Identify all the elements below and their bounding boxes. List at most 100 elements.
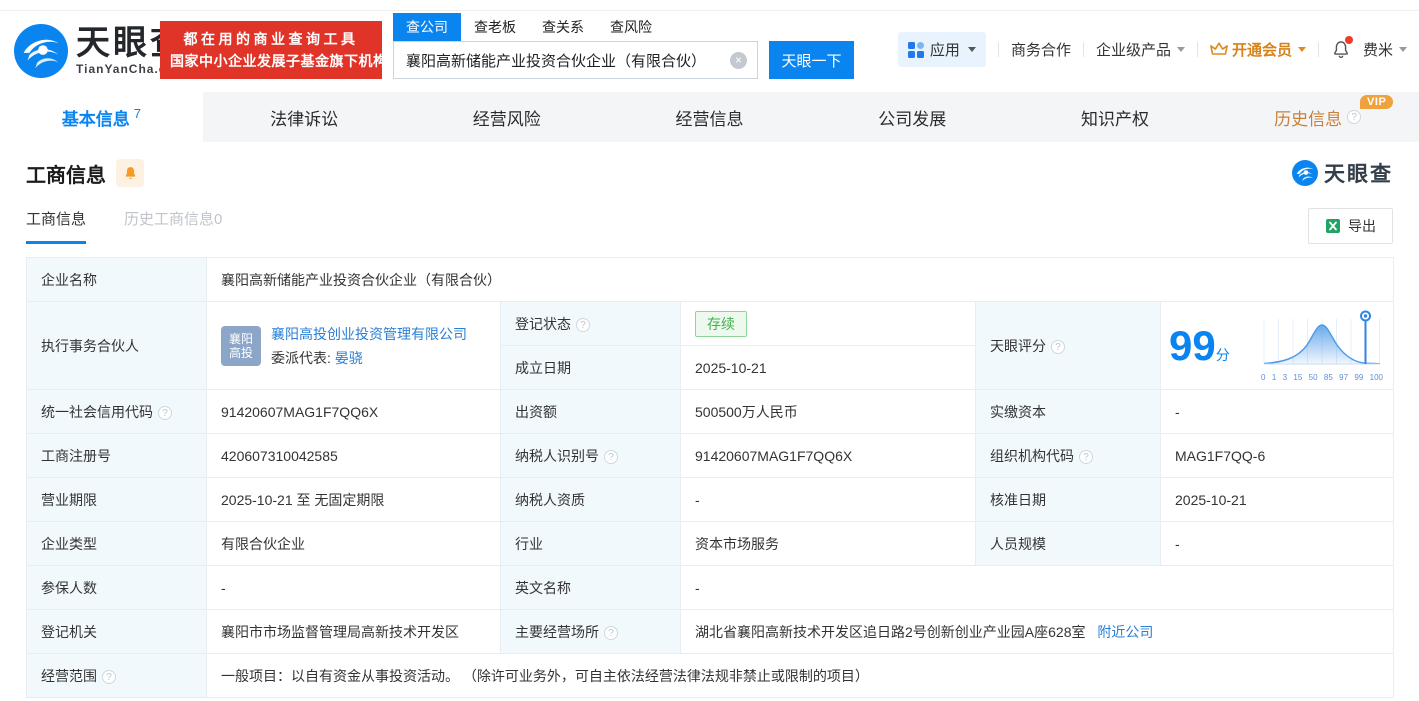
apps-label: 应用 bbox=[929, 42, 960, 59]
credit-code-value: 91420607MAG1F7QQ6X bbox=[206, 389, 501, 434]
tab-operating-info[interactable]: 经营信息 bbox=[608, 92, 811, 142]
industry-value: 资本市场服务 bbox=[680, 521, 976, 566]
registration-authority-value: 襄阳市市场监督管理局高新技术开发区 bbox=[206, 609, 501, 654]
watermark-text: 天眼查 bbox=[1324, 163, 1393, 186]
excel-icon bbox=[1326, 219, 1340, 233]
subtab-history-business-info[interactable]: 历史工商信息0 bbox=[124, 208, 222, 244]
vip-badge: VIP bbox=[1360, 95, 1394, 109]
table-row: 工商注册号 420607310042585 纳税人识别号? 91420607MA… bbox=[26, 433, 1395, 478]
partner-company-link[interactable]: 襄阳高投创业投资管理有限公司 bbox=[271, 324, 467, 344]
table-row: 经营范围? 一般项目：以自有资金从事投资活动。 （除许可业务外，可自主依法经营法… bbox=[26, 653, 1395, 698]
tianyan-score-cell: 99分 0 1 3 15 50 85 97 99 100 bbox=[1159, 301, 1395, 390]
help-icon[interactable]: ? bbox=[604, 449, 618, 464]
score-axis-ticks: 0 1 3 15 50 85 97 99 100 bbox=[1261, 373, 1384, 382]
tab-count: 7 bbox=[133, 105, 141, 121]
registration-status-value: 存续 bbox=[680, 301, 976, 346]
business-address-cell: 湖北省襄阳高新技术开发区追日路2号创新创业产业园A座628室 附近公司 bbox=[679, 609, 1395, 654]
notification-bell-icon[interactable] bbox=[1331, 36, 1353, 60]
tab-label: 经营风险 bbox=[472, 109, 541, 129]
slogan-line1: 都在用的商业查询工具 bbox=[183, 31, 359, 47]
delegate-name-link[interactable]: 晏骁 bbox=[335, 350, 363, 366]
divider bbox=[0, 10, 1419, 11]
search-tab-risk[interactable]: 查风险 bbox=[597, 13, 665, 41]
field-label: 营业期限 bbox=[26, 477, 207, 522]
field-label: 核准日期 bbox=[975, 477, 1161, 522]
field-label: 经营范围? bbox=[26, 653, 207, 698]
help-icon[interactable]: ? bbox=[102, 669, 116, 684]
help-icon[interactable]: ? bbox=[158, 405, 172, 420]
help-icon[interactable]: ? bbox=[1347, 110, 1362, 124]
tab-basic-info[interactable]: 基本信息 7 bbox=[0, 92, 203, 142]
status-badge: 存续 bbox=[695, 310, 747, 337]
score-value: 99分 bbox=[1169, 321, 1230, 369]
tab-history-info[interactable]: VIP 历史信息 ? bbox=[1216, 92, 1419, 142]
field-label: 主要经营场所? bbox=[500, 609, 681, 654]
nav-user-menu[interactable]: 费米 bbox=[1363, 39, 1407, 60]
tianyancha-watermark: 天眼查 bbox=[1292, 158, 1393, 188]
chevron-down-icon bbox=[1399, 47, 1407, 52]
field-label: 实缴资本 bbox=[975, 389, 1161, 434]
delegate-label: 委派代表: bbox=[271, 349, 331, 366]
field-label: 登记状态? bbox=[500, 301, 681, 346]
search-row: × 天眼一下 bbox=[393, 41, 854, 79]
subtab-business-info[interactable]: 工商信息 bbox=[26, 208, 87, 244]
paid-capital-value: - bbox=[1159, 389, 1395, 434]
brand-slogan: 都在用的商业查询工具 国家中小企业发展子基金旗下机构 bbox=[160, 21, 388, 79]
chevron-down-icon bbox=[1297, 47, 1306, 52]
nav-enterprise-products[interactable]: 企业级产品 bbox=[1096, 39, 1185, 60]
field-label: 出资额 bbox=[500, 389, 681, 434]
taxpayer-quality-value: - bbox=[680, 477, 976, 522]
business-scope-value: 一般项目：以自有资金从事投资活动。 （除许可业务外，可自主依法经营法律法规非禁止… bbox=[205, 653, 1395, 698]
tianyancha-logo-icon bbox=[14, 24, 68, 78]
org-code-value: MAG1F7QQ-6 bbox=[1159, 433, 1395, 478]
nav-vip-membership[interactable]: 开通会员 bbox=[1210, 39, 1306, 60]
search-tab-boss[interactable]: 查老板 bbox=[461, 13, 529, 41]
tab-intellectual-property[interactable]: 知识产权 bbox=[1014, 92, 1217, 142]
field-label: 英文名称 bbox=[500, 565, 681, 610]
header: 天眼查 TianYanCha.com 都在用的商业查询工具 国家中小企业发展子基… bbox=[0, 0, 1419, 92]
capital-value: 500500万人民币 bbox=[680, 389, 976, 434]
taxpayer-id-value: 91420607MAG1F7QQ6X bbox=[680, 433, 976, 478]
help-icon[interactable]: ? bbox=[1079, 449, 1093, 464]
field-label: 人员规模 bbox=[975, 521, 1161, 566]
crown-icon bbox=[1210, 42, 1228, 55]
help-icon[interactable]: ? bbox=[604, 625, 618, 640]
search-tab-company[interactable]: 查公司 bbox=[393, 13, 461, 41]
staff-size-value: - bbox=[1159, 521, 1395, 566]
help-icon[interactable]: ? bbox=[576, 317, 590, 332]
divider bbox=[997, 42, 999, 57]
field-label: 参保人数 bbox=[26, 565, 207, 610]
nearby-companies-link[interactable]: 附近公司 bbox=[1097, 624, 1153, 640]
apps-menu[interactable]: 应用 bbox=[897, 32, 986, 67]
tab-company-development[interactable]: 公司发展 bbox=[811, 92, 1014, 142]
tab-operating-risk[interactable]: 经营风险 bbox=[405, 92, 608, 142]
main-content: 工商信息 天眼查 工商信息 历史工商信息0 导出 企业名称 襄阳高新储能产业投资… bbox=[0, 142, 1419, 698]
business-address-value: 湖北省襄阳高新技术开发区追日路2号创新创业产业园A座628室 bbox=[695, 623, 1086, 640]
company-name-value: 襄阳高新储能产业投资合伙企业（有限合伙） bbox=[205, 257, 1395, 302]
field-label: 工商注册号 bbox=[26, 433, 207, 478]
field-label: 企业类型 bbox=[26, 521, 207, 566]
tab-label: 法律诉讼 bbox=[270, 109, 339, 129]
tab-label: 公司发展 bbox=[878, 109, 947, 129]
export-label: 导出 bbox=[1348, 218, 1376, 234]
tianyancha-watermark-icon bbox=[1292, 160, 1318, 186]
username: 费米 bbox=[1362, 42, 1393, 59]
notification-dot bbox=[1344, 36, 1353, 44]
search-input[interactable] bbox=[394, 42, 724, 78]
slogan-line2: 国家中小企业发展子基金旗下机构 bbox=[170, 53, 388, 69]
tab-legal-proceedings[interactable]: 法律诉讼 bbox=[203, 92, 406, 142]
score-marker-pin bbox=[1360, 310, 1372, 364]
monitor-bell-button[interactable] bbox=[116, 159, 144, 187]
tab-label: 经营信息 bbox=[675, 109, 744, 129]
nav-business-cooperation[interactable]: 商务合作 bbox=[1011, 39, 1071, 60]
tab-label: 基本信息 bbox=[61, 109, 130, 129]
clear-icon[interactable]: × bbox=[730, 52, 747, 69]
help-icon[interactable]: ? bbox=[1051, 339, 1065, 354]
establish-date-value: 2025-10-21 bbox=[680, 345, 976, 390]
partner-avatar[interactable]: 襄阳 高投 bbox=[221, 325, 261, 366]
field-label: 企业名称 bbox=[26, 257, 207, 302]
search-button[interactable]: 天眼一下 bbox=[769, 41, 854, 79]
search-tab-relation[interactable]: 查关系 bbox=[529, 13, 597, 41]
export-button[interactable]: 导出 bbox=[1308, 208, 1393, 244]
divider bbox=[1196, 42, 1198, 57]
